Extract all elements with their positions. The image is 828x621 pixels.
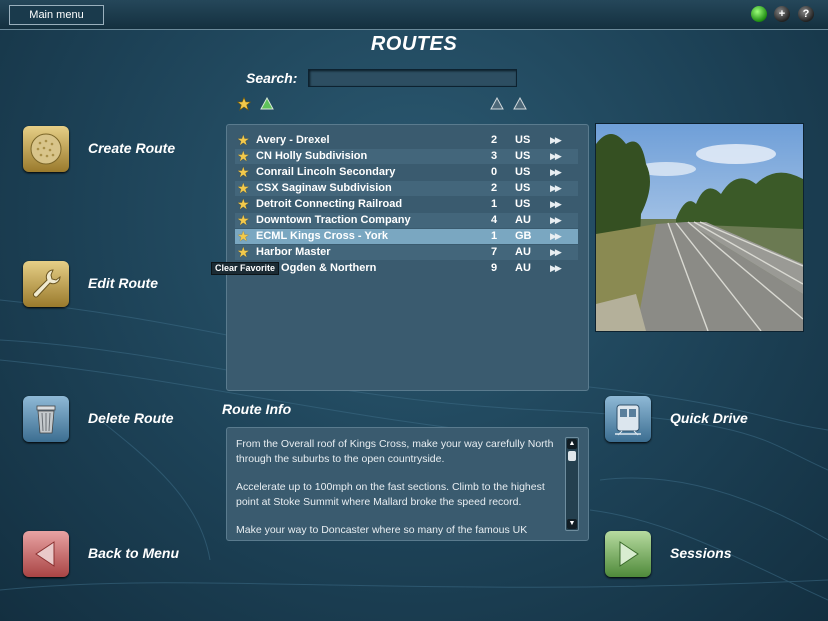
page-title: ROUTES [370, 33, 458, 55]
quick-drive-label[interactable]: Quick Drive [670, 410, 748, 426]
favorite-sort-star-icon[interactable] [237, 97, 251, 111]
delete-route-label[interactable]: Delete Route [88, 410, 174, 426]
scroll-down-arrow-icon[interactable]: ▼ [567, 519, 577, 529]
sessions-label[interactable]: Sessions [670, 545, 731, 561]
route-info-scrollbar[interactable]: ▲ ▼ [565, 437, 579, 531]
route-info-paragraph: Accelerate up to 100mph on the fast sect… [236, 481, 545, 508]
quick-drive-button[interactable] [605, 396, 651, 442]
route-number: 1 [491, 230, 498, 242]
route-row[interactable]: ★ Detroit Connecting Railroad 1 US ▶▶ [235, 197, 578, 212]
edit-route-label[interactable]: Edit Route [88, 275, 158, 291]
main-menu-button[interactable]: Main menu [9, 5, 104, 25]
route-number: 9 [491, 262, 498, 274]
route-open-icon[interactable]: ▶▶ [550, 213, 562, 228]
plus-icon[interactable]: + [774, 6, 790, 22]
delete-route-button[interactable] [23, 396, 69, 442]
status-green-icon[interactable] [751, 6, 767, 22]
favorite-star-icon[interactable]: ★ [237, 181, 251, 195]
route-number: 7 [491, 246, 498, 258]
route-info-paragraph: Make your way to Doncaster where so many… [236, 524, 528, 536]
route-number: 3 [491, 150, 498, 162]
route-name: Avery - Drexel [256, 134, 330, 146]
route-country: US [515, 134, 531, 146]
create-route-label[interactable]: Create Route [88, 140, 175, 156]
favorite-star-icon[interactable]: ★ [237, 165, 251, 179]
route-open-icon[interactable]: ▶▶ [550, 197, 562, 212]
route-open-icon[interactable]: ▶▶ [550, 133, 562, 148]
route-open-icon[interactable]: ▶▶ [550, 261, 562, 276]
number-sort-triangle-icon[interactable] [490, 97, 504, 111]
route-name: Conrail Lincoln Secondary [256, 166, 396, 178]
wrench-icon [33, 269, 61, 298]
create-route-button[interactable] [23, 126, 69, 172]
route-row[interactable]: ★ Harbor Master 7 AU ▶▶ [235, 245, 578, 260]
route-row-selected[interactable]: ★ ECML Kings Cross - York 1 GB ▶▶ [235, 229, 578, 244]
route-country: AU [515, 262, 531, 274]
route-info-title: Route Info [222, 401, 292, 417]
route-row[interactable]: ★ CSX Saginaw Subdivision 2 US ▶▶ [235, 181, 578, 196]
left-arrow-icon [35, 541, 55, 567]
route-preview-image [595, 123, 804, 332]
golf-ball-icon [30, 133, 62, 165]
name-sort-triangle-icon[interactable] [260, 97, 274, 111]
favorite-star-icon[interactable]: ★ [237, 197, 251, 211]
route-row[interactable]: ★ Conrail Lincoln Secondary 0 US ▶▶ [235, 165, 578, 180]
route-open-icon[interactable]: ▶▶ [550, 245, 562, 260]
search-label: Search: [246, 70, 298, 86]
route-list: ★ Avery - Drexel 2 US ▶▶ ★ CN Holly Subd… [226, 124, 589, 391]
sessions-button[interactable] [605, 531, 651, 577]
route-info-paragraph: From the Overall roof of Kings Cross, ma… [236, 438, 554, 465]
route-number: 2 [491, 182, 498, 194]
route-open-icon[interactable]: ▶▶ [550, 181, 562, 196]
route-name: CSX Saginaw Subdivision [256, 182, 392, 194]
train-front-icon [615, 404, 641, 436]
route-open-icon[interactable]: ▶▶ [550, 165, 562, 180]
trash-can-icon [36, 405, 56, 434]
route-name: Harbor Master [256, 246, 331, 258]
scroll-thumb[interactable] [568, 451, 576, 461]
route-row[interactable]: ★ Port Ogden & Northern 9 AU ▶▶ [235, 261, 578, 276]
route-country: US [515, 182, 531, 194]
back-to-menu-label[interactable]: Back to Menu [88, 545, 179, 561]
favorite-star-icon[interactable]: ★ [237, 149, 251, 163]
route-info-panel: From the Overall roof of Kings Cross, ma… [226, 427, 589, 541]
back-to-menu-button[interactable] [23, 531, 69, 577]
top-bar: Main menu + ? [0, 0, 828, 30]
country-sort-triangle-icon[interactable] [513, 97, 527, 111]
route-open-icon[interactable]: ▶▶ [550, 149, 562, 164]
clear-favorite-tooltip: Clear Favorite [211, 262, 280, 275]
route-name: ECML Kings Cross - York [256, 230, 389, 242]
route-row[interactable]: ★ Avery - Drexel 2 US ▶▶ [235, 133, 578, 148]
route-number: 2 [491, 134, 498, 146]
route-number: 0 [491, 166, 498, 178]
route-row[interactable]: ★ CN Holly Subdivision 3 US ▶▶ [235, 149, 578, 164]
route-country: US [515, 198, 531, 210]
route-number: 1 [491, 198, 498, 210]
favorite-star-icon[interactable]: ★ [237, 229, 251, 243]
route-country: US [515, 150, 531, 162]
route-name: CN Holly Subdivision [256, 150, 368, 162]
route-country: GB [515, 230, 532, 242]
route-open-icon[interactable]: ▶▶ [550, 229, 562, 244]
scroll-up-arrow-icon[interactable]: ▲ [567, 439, 577, 449]
right-arrow-icon [619, 541, 639, 567]
route-info-text: From the Overall roof of Kings Cross, ma… [236, 437, 561, 540]
favorite-star-icon[interactable]: ★ [237, 133, 251, 147]
help-icon[interactable]: ? [798, 6, 814, 22]
route-name: Detroit Connecting Railroad [256, 198, 403, 210]
route-country: AU [515, 246, 531, 258]
edit-route-button[interactable] [23, 261, 69, 307]
route-name: Downtown Traction Company [256, 214, 411, 226]
route-country: AU [515, 214, 531, 226]
route-number: 4 [491, 214, 498, 226]
route-row[interactable]: ★ Downtown Traction Company 4 AU ▶▶ [235, 213, 578, 228]
favorite-star-icon[interactable]: ★ [237, 245, 251, 259]
search-input[interactable] [308, 69, 517, 87]
favorite-star-icon[interactable]: ★ [237, 213, 251, 227]
route-country: US [515, 166, 531, 178]
